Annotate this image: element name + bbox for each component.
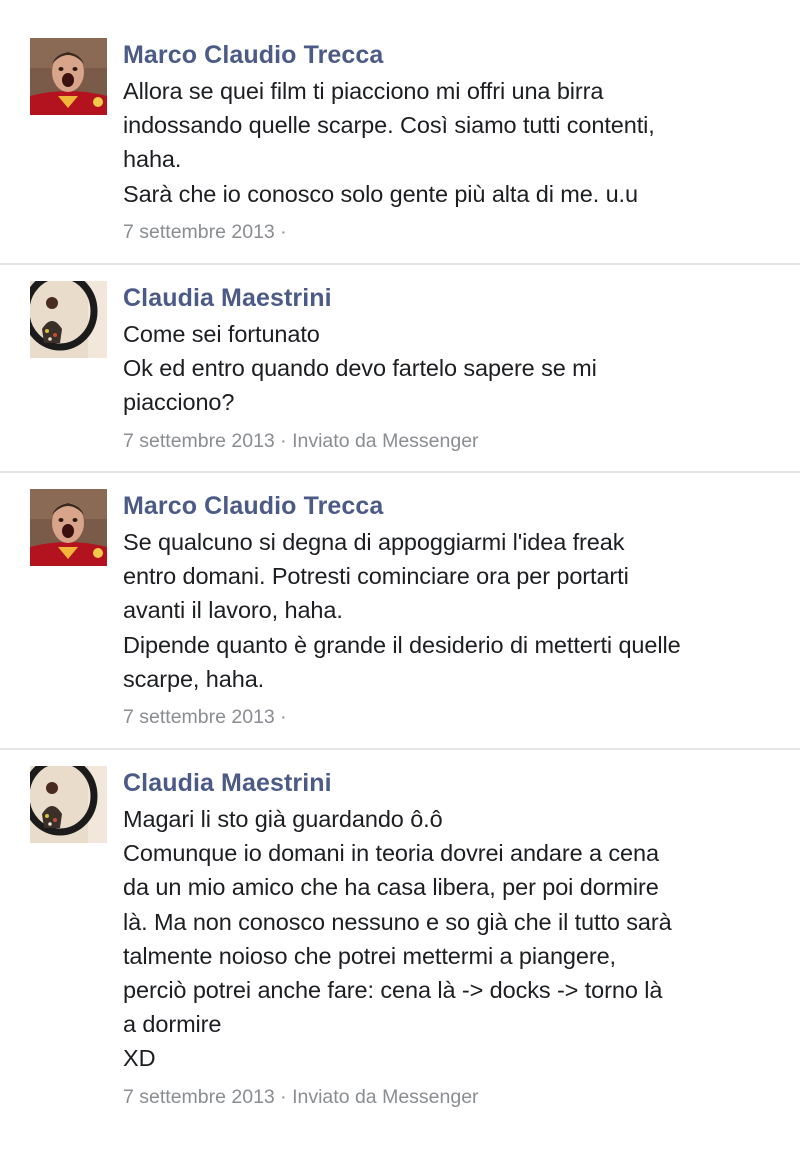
message-body: Magari li sto già guardando ô.ô Comunque… bbox=[123, 802, 780, 1076]
message-body: Come sei fortunato Ok ed entro quando de… bbox=[123, 317, 780, 420]
message-line: piacciono? bbox=[123, 389, 235, 416]
message-item: Claudia Maestrini Come sei fortunato Ok … bbox=[0, 265, 800, 473]
message-item: Claudia Maestrini Magari li sto già guar… bbox=[0, 750, 800, 1154]
message-line: perciò potrei anche fare: cena là -> doc… bbox=[123, 977, 663, 1004]
message-line: Magari li sto già guardando ô.ô bbox=[123, 806, 443, 832]
avatar-marco-trecca[interactable] bbox=[30, 38, 107, 115]
message-body: Se qualcuno si degna di appoggiarmi l'id… bbox=[123, 525, 780, 696]
avatar-claudia-maestrini[interactable] bbox=[30, 766, 107, 843]
message-timestamp: 7 settembre 2013 · Inviato da Messenger bbox=[123, 429, 479, 452]
message-line: XD bbox=[123, 1045, 156, 1072]
message-line: Allora se quei film ti piacciono mi offr… bbox=[123, 78, 604, 104]
avatar-marco-trecca[interactable] bbox=[30, 489, 107, 566]
message-line: haha. bbox=[123, 146, 182, 173]
sender-name[interactable]: Claudia Maestrini bbox=[123, 283, 780, 313]
message-line: da un mio amico che ha casa libera, per … bbox=[123, 874, 659, 901]
message-line: Ok ed entro quando devo fartelo sapere s… bbox=[123, 355, 597, 382]
sender-name[interactable]: Marco Claudio Trecca bbox=[123, 40, 780, 70]
message-line: entro domani. Potresti cominciare ora pe… bbox=[123, 563, 629, 590]
message-timestamp: 7 settembre 2013 · Inviato da Messenger bbox=[123, 1085, 479, 1108]
avatar-claudia-maestrini[interactable] bbox=[30, 281, 107, 358]
message-body: Allora se quei film ti piacciono mi offr… bbox=[123, 74, 780, 211]
message-line: Dipende quanto è grande il desiderio di … bbox=[123, 631, 681, 658]
message-timestamp: 7 settembre 2013 · bbox=[123, 706, 287, 729]
message-thread: Marco Claudio Trecca Allora se quei film… bbox=[0, 0, 800, 1154]
message-line: indossando quelle scarpe. Così siamo tut… bbox=[123, 112, 655, 139]
message-line: là. Ma non conosco nessuno e so già che … bbox=[123, 908, 672, 935]
sender-name[interactable]: Marco Claudio Trecca bbox=[123, 491, 780, 521]
sender-name[interactable]: Claudia Maestrini bbox=[123, 768, 780, 798]
message-item: Marco Claudio Trecca Se qualcuno si degn… bbox=[0, 473, 800, 750]
message-line: Come sei fortunato bbox=[123, 321, 320, 347]
message-line: Se qualcuno si degna di appoggiarmi l'id… bbox=[123, 529, 625, 555]
message-line: talmente noioso che potrei mettermi a pi… bbox=[123, 942, 616, 969]
message-item: Marco Claudio Trecca Allora se quei film… bbox=[0, 0, 800, 265]
message-timestamp: 7 settembre 2013 · bbox=[123, 220, 287, 243]
message-line: scarpe, haha. bbox=[123, 665, 265, 692]
message-line: Sarà che io conosco solo gente più alta … bbox=[123, 180, 638, 207]
message-line: a dormire bbox=[123, 1011, 222, 1038]
message-line: avanti il lavoro, haha. bbox=[123, 597, 343, 624]
message-line: Comunque io domani in teoria dovrei anda… bbox=[123, 840, 659, 867]
